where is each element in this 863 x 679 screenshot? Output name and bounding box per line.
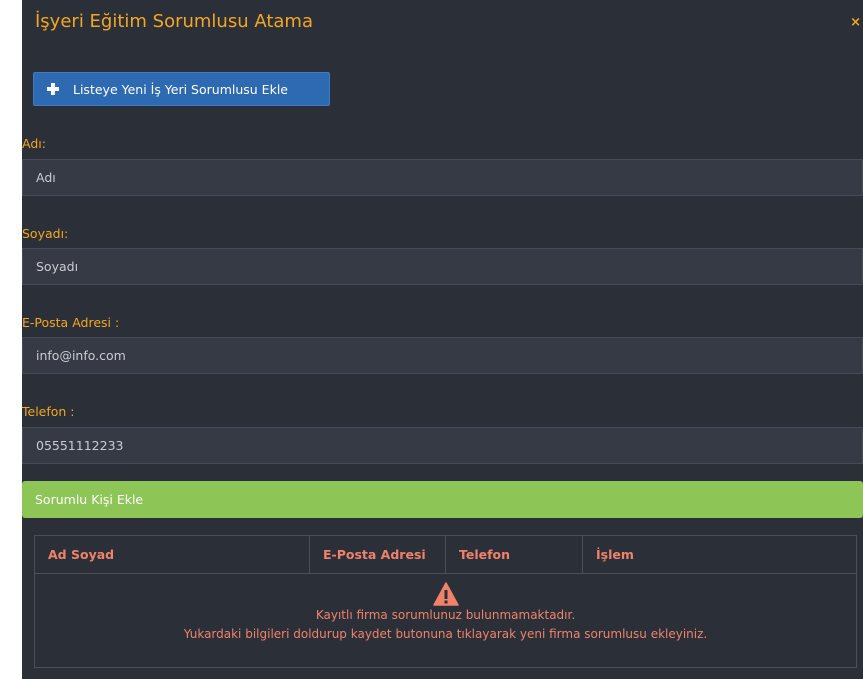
- add-person-label: Sorumlu Kişi Ekle: [35, 492, 144, 507]
- email-field[interactable]: info@info.com: [22, 337, 863, 374]
- plus-icon: [46, 82, 66, 96]
- first-name-field[interactable]: Adı: [22, 159, 863, 196]
- last-name-label: Soyadı:: [22, 226, 69, 241]
- close-icon[interactable]: ×: [850, 16, 861, 29]
- last-name-field[interactable]: Soyadı: [22, 248, 863, 285]
- modal: İşyeri Eğitim Sorumlusu Atama × Listeye …: [0, 0, 863, 679]
- add-person-button[interactable]: Sorumlu Kişi Ekle: [22, 481, 863, 518]
- column-header-name: Ad Soyad: [35, 536, 310, 573]
- add-responsible-button[interactable]: Listeye Yeni İş Yeri Sorumlusu Ekle: [33, 72, 330, 106]
- empty-message-line1: Kayıtlı firma sorumlunuz bulunmamaktadır…: [315, 608, 576, 622]
- column-header-phone: Telefon: [446, 536, 583, 573]
- warning-icon: [432, 582, 459, 606]
- first-name-label: Adı:: [22, 136, 46, 151]
- column-header-action: İşlem: [596, 547, 634, 562]
- table-header: Ad Soyad E-Posta Adresi Telefon İşlem: [35, 536, 856, 574]
- email-label: E-Posta Adresi :: [22, 315, 120, 330]
- phone-field[interactable]: 05551112233: [22, 427, 863, 464]
- modal-title: İşyeri Eğitim Sorumlusu Atama: [35, 11, 313, 32]
- empty-message-line2: Yukardaki bilgileri doldurup kaydet buto…: [183, 627, 708, 641]
- responsibles-table: Ad Soyad E-Posta Adresi Telefon İşlem Ka…: [34, 535, 857, 668]
- add-responsible-label: Listeye Yeni İş Yeri Sorumlusu Ekle: [73, 81, 288, 97]
- empty-state: Kayıtlı firma sorumlunuz bulunmamaktadır…: [35, 574, 856, 668]
- column-header-email: E-Posta Adresi: [310, 536, 446, 573]
- phone-label: Telefon :: [22, 404, 75, 419]
